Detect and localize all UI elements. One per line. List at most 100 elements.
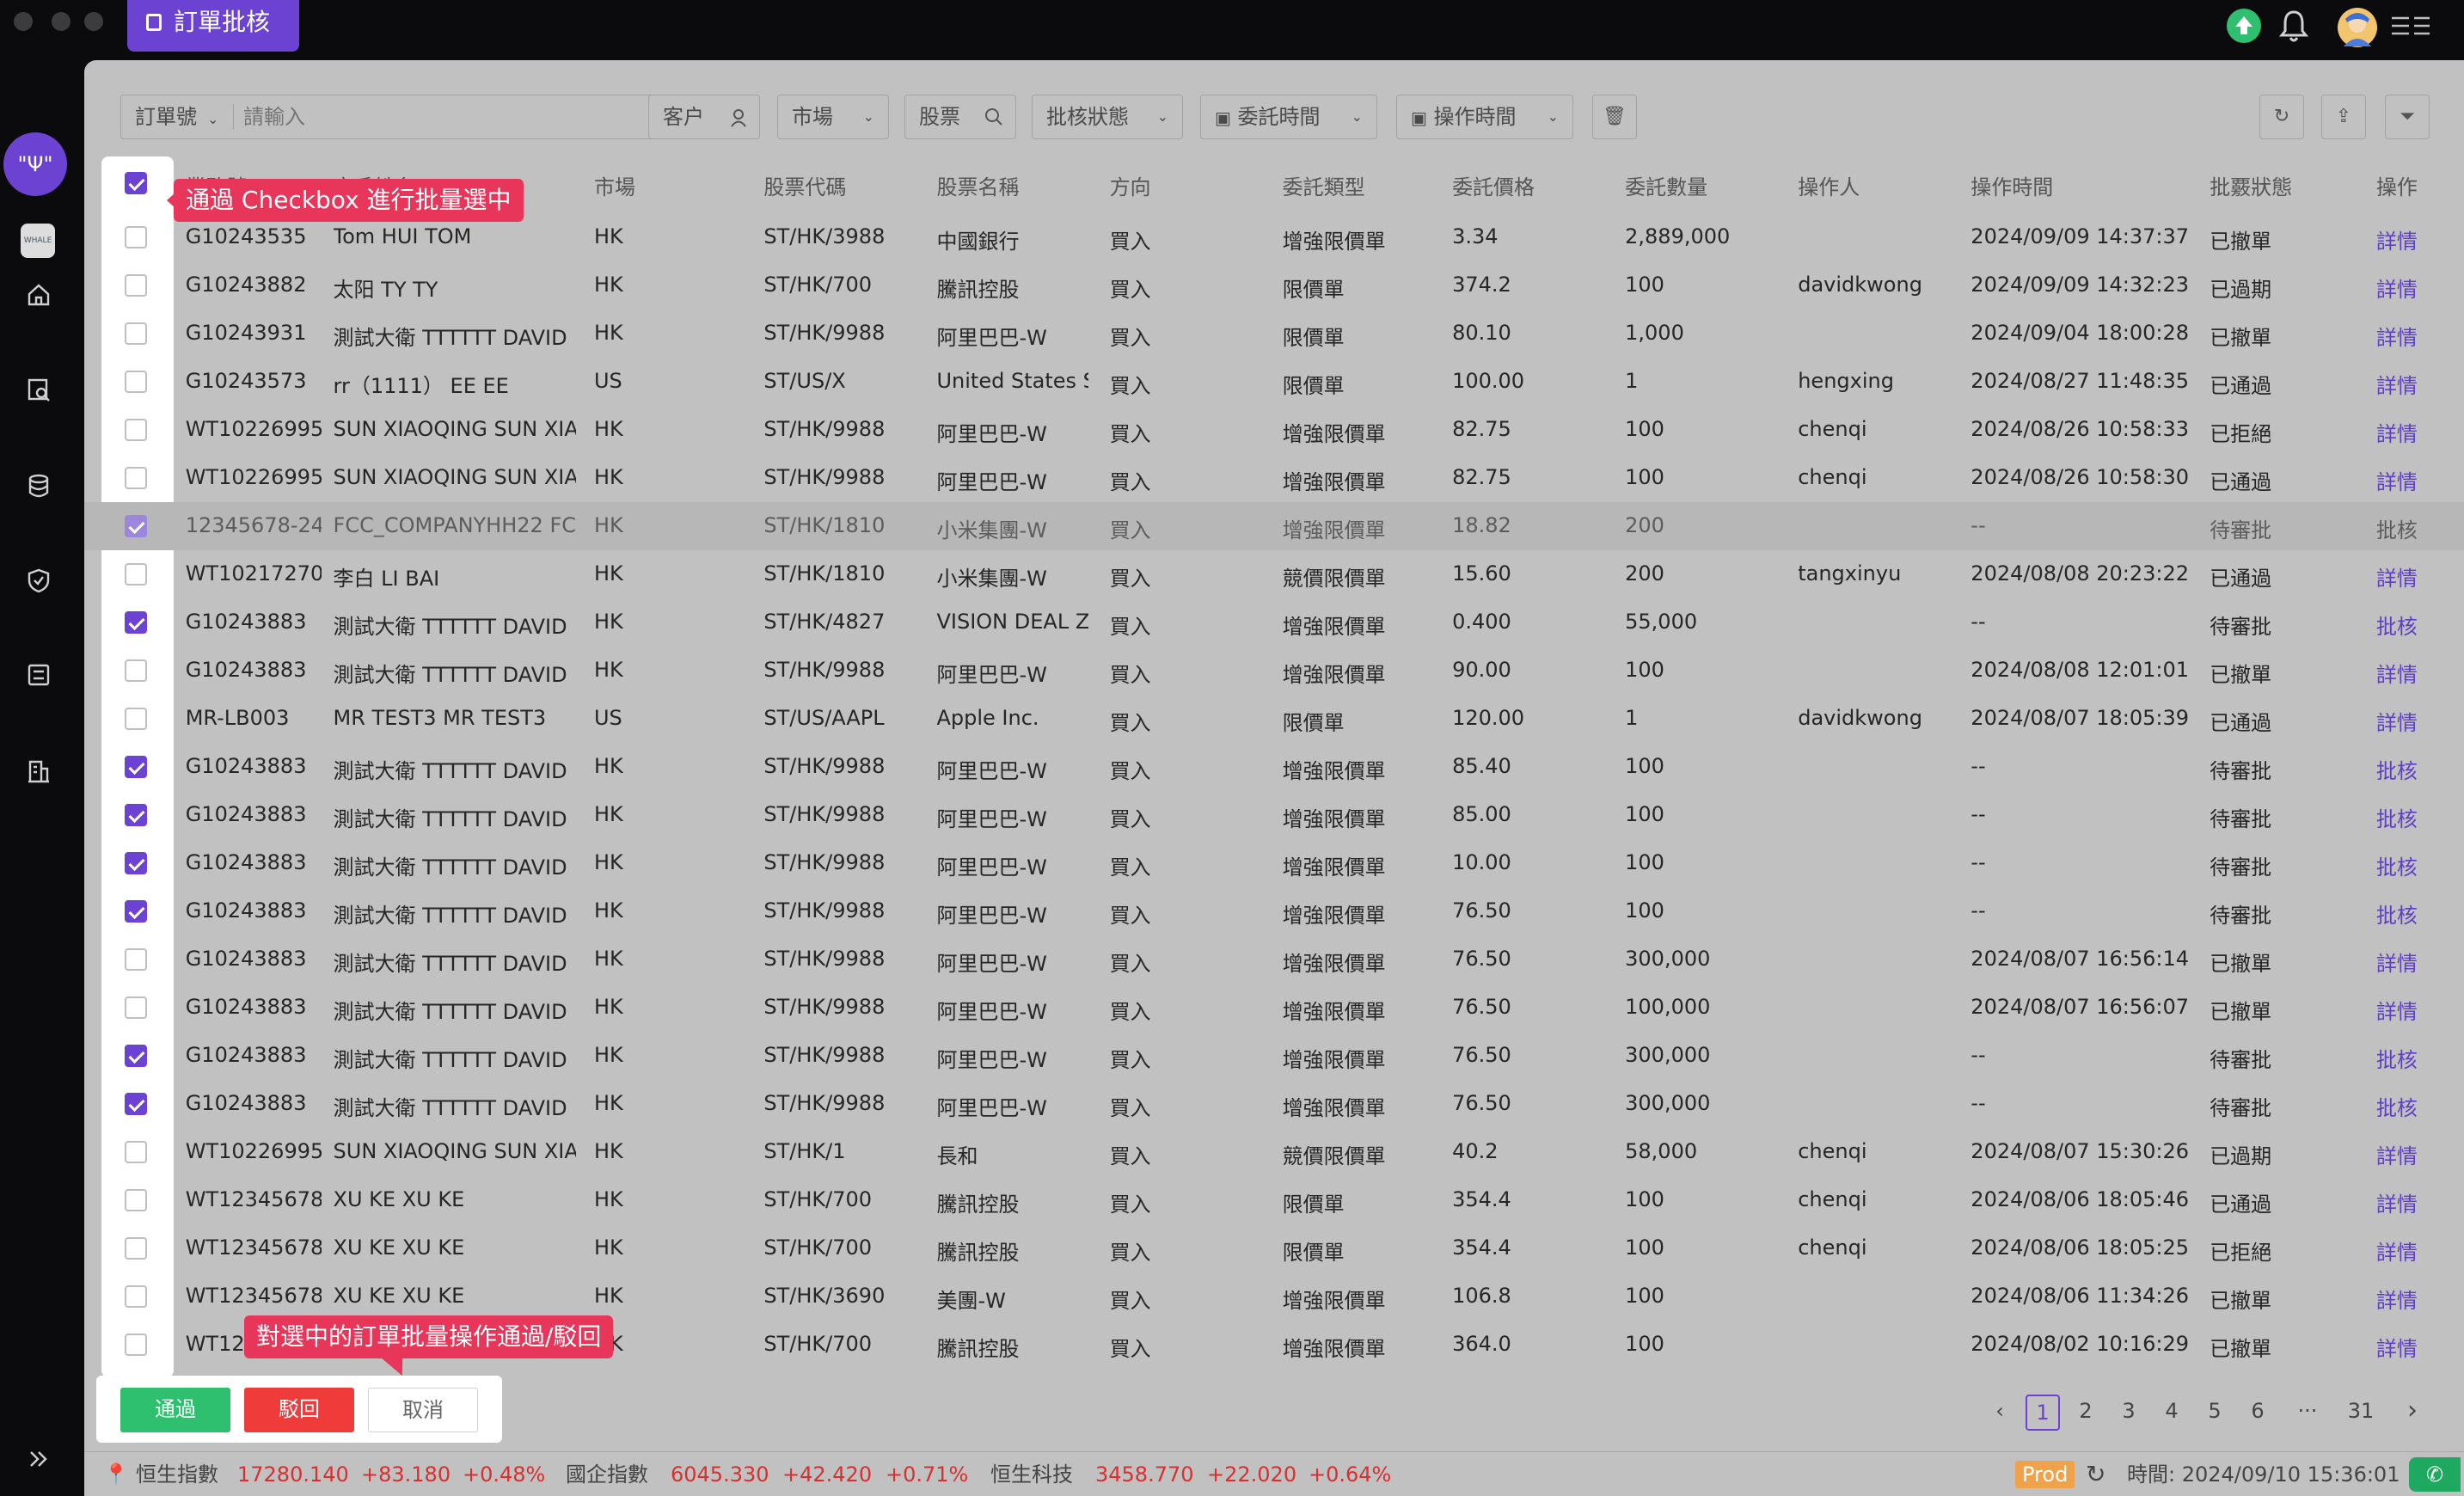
table-row[interactable]: G10243883 測試大衛 TTTTTT DAVID HK ST/HK/9988 阿里… bbox=[84, 839, 2464, 887]
export-button[interactable]: ⇪ bbox=[2321, 95, 2366, 139]
order-no-filter[interactable]: 訂單號 ⌄ bbox=[120, 95, 671, 139]
column-header[interactable]: 股票代碼 bbox=[763, 170, 846, 200]
row-checkbox[interactable] bbox=[125, 611, 147, 634]
row-checkbox[interactable] bbox=[125, 756, 147, 778]
client-filter[interactable]: 客户 bbox=[648, 95, 760, 139]
row-action-link[interactable]: 詳情 bbox=[2376, 1284, 2418, 1314]
next-page-icon[interactable]: › bbox=[2395, 1395, 2430, 1427]
avatar[interactable] bbox=[2337, 7, 2378, 48]
filter-button[interactable]: ⏷ bbox=[2385, 95, 2430, 139]
table-row[interactable]: WT10226995 SUN XIAOQING SUN XIAOQING HK ST/… bbox=[84, 454, 2464, 502]
page-button[interactable]: 1 bbox=[2026, 1395, 2060, 1431]
row-checkbox[interactable] bbox=[125, 1189, 147, 1211]
page-button[interactable]: 3 bbox=[2112, 1395, 2146, 1427]
table-row[interactable]: G10243883 測試大衛 TTTTTT DAVID HK ST/HK/9988 阿里… bbox=[84, 935, 2464, 984]
table-row[interactable]: G10243573 rr（1111） EE EE US ST/US/X United S… bbox=[84, 358, 2464, 406]
refresh-button[interactable]: ↻ bbox=[2259, 95, 2304, 139]
column-header[interactable]: 股票名稱 bbox=[936, 170, 1019, 200]
column-header[interactable]: 批覈狀態 bbox=[2210, 170, 2292, 200]
column-header[interactable]: 委託價格 bbox=[1452, 170, 1535, 200]
column-header[interactable]: 操作時間 bbox=[1971, 170, 2053, 200]
table-row[interactable]: WT12345678 XU KE XU KE HK ST/HK/700 騰訊控股 買入 限價… bbox=[84, 1224, 2464, 1272]
table-row[interactable]: 12345678-2438 FCC_COMPANYHH22 FCC HK ST/HK/… bbox=[84, 502, 2464, 550]
table-row[interactable]: WT10226995 SUN XIAOQING SUN XIAOQING HK ST/… bbox=[84, 406, 2464, 454]
row-checkbox[interactable] bbox=[125, 1334, 147, 1356]
row-action-link[interactable]: 詳情 bbox=[2376, 1187, 2418, 1217]
table-row[interactable]: G10243882 太阳 TY TY HK ST/HK/700 騰訊控股 買入 限價單 374… bbox=[84, 261, 2464, 310]
row-action-link[interactable]: 詳情 bbox=[2376, 947, 2418, 977]
row-checkbox[interactable] bbox=[125, 900, 147, 923]
row-action-link[interactable]: 批核 bbox=[2376, 1043, 2418, 1073]
row-action-link[interactable]: 詳情 bbox=[2376, 561, 2418, 592]
row-action-link[interactable]: 批核 bbox=[2376, 802, 2418, 832]
row-action-link[interactable]: 詳情 bbox=[2376, 273, 2418, 303]
row-checkbox[interactable] bbox=[125, 1285, 147, 1308]
row-action-link[interactable]: 批核 bbox=[2376, 1091, 2418, 1121]
stock-filter[interactable]: 股票 bbox=[904, 95, 1016, 139]
row-checkbox[interactable] bbox=[125, 996, 147, 1019]
prev-page-icon[interactable]: ‹ bbox=[1983, 1395, 2017, 1427]
row-checkbox[interactable] bbox=[125, 1237, 147, 1260]
home-icon[interactable] bbox=[26, 282, 52, 308]
row-checkbox[interactable] bbox=[125, 1093, 147, 1115]
column-header[interactable]: 委託類型 bbox=[1283, 170, 1365, 200]
window-close-button[interactable] bbox=[14, 12, 33, 31]
row-checkbox[interactable] bbox=[125, 274, 147, 297]
menu-icon[interactable] bbox=[2390, 15, 2431, 36]
app-tab[interactable]: 訂單批核 bbox=[127, 0, 299, 52]
column-header[interactable]: 委託數量 bbox=[1625, 170, 1707, 200]
page-button[interactable]: 6 bbox=[2240, 1395, 2275, 1427]
operation-time-filter[interactable]: ▣ 操作時間 ⌄ bbox=[1396, 95, 1573, 139]
table-row[interactable]: G10243883 測試大衛 TTTTTT DAVID HK ST/HK/4827 VI… bbox=[84, 598, 2464, 647]
cancel-button[interactable]: 取消 bbox=[368, 1388, 478, 1432]
table-row[interactable]: G10243883 測試大衛 TTTTTT DAVID HK ST/HK/9988 阿里… bbox=[84, 647, 2464, 695]
row-action-link[interactable]: 批核 bbox=[2376, 754, 2418, 784]
row-action-link[interactable]: 詳情 bbox=[2376, 369, 2418, 399]
row-action-link[interactable]: 詳情 bbox=[2376, 995, 2418, 1025]
table-row[interactable]: WT12345678 XU KE XU KE HK ST/HK/700 騰訊控股 買入 限價… bbox=[84, 1176, 2464, 1224]
page-button[interactable]: 5 bbox=[2197, 1395, 2232, 1427]
row-checkbox[interactable] bbox=[125, 371, 147, 393]
column-header[interactable]: 方向 bbox=[1110, 170, 1151, 200]
page-ellipsis[interactable]: ··· bbox=[2290, 1395, 2325, 1427]
page-button[interactable]: 2 bbox=[2069, 1395, 2103, 1427]
table-row[interactable]: G10243883 測試大衛 TTTTTT DAVID HK ST/HK/9988 阿里… bbox=[84, 743, 2464, 791]
row-checkbox[interactable] bbox=[125, 804, 147, 826]
market-filter[interactable]: 市場 ⌄ bbox=[777, 95, 889, 139]
page-button[interactable]: 31 bbox=[2344, 1395, 2378, 1427]
table-row[interactable]: G10243883 測試大衛 TTTTTT DAVID HK ST/HK/9988 阿里… bbox=[84, 887, 2464, 935]
window-maximize-button[interactable] bbox=[84, 12, 103, 31]
row-checkbox[interactable] bbox=[125, 563, 147, 586]
row-action-link[interactable]: 批核 bbox=[2376, 850, 2418, 880]
shield-icon[interactable] bbox=[26, 567, 52, 593]
row-checkbox[interactable] bbox=[125, 515, 147, 537]
row-action-link[interactable]: 詳情 bbox=[2376, 1139, 2418, 1169]
table-row[interactable]: G10243883 測試大衛 TTTTTT DAVID HK ST/HK/9988 阿里… bbox=[84, 1032, 2464, 1080]
table-row[interactable]: WT10217270 李白 LI BAI HK ST/HK/1810 小米集團-W 買入 競… bbox=[84, 550, 2464, 598]
row-checkbox[interactable] bbox=[125, 226, 147, 248]
whale-logo[interactable]: WHALE bbox=[21, 224, 55, 258]
row-checkbox[interactable] bbox=[125, 948, 147, 971]
table-row[interactable]: MR-LB003 MR TEST3 MR TEST3 US ST/US/AAPL App… bbox=[84, 695, 2464, 743]
row-action-link[interactable]: 詳情 bbox=[2376, 465, 2418, 495]
building-icon[interactable] bbox=[26, 758, 52, 784]
row-action-link[interactable]: 詳情 bbox=[2376, 417, 2418, 447]
order-time-filter[interactable]: ▣ 委託時間 ⌄ bbox=[1200, 95, 1377, 139]
clear-filter-button[interactable]: 🗑 bbox=[1592, 95, 1637, 139]
column-header[interactable]: 操作 bbox=[2376, 170, 2418, 200]
row-action-link[interactable]: 批核 bbox=[2376, 898, 2418, 929]
approval-icon[interactable] bbox=[26, 662, 52, 688]
table-row[interactable]: G10243883 測試大衛 TTTTTT DAVID HK ST/HK/9988 阿里… bbox=[84, 791, 2464, 839]
row-action-link[interactable]: 詳情 bbox=[2376, 658, 2418, 688]
order-no-input[interactable] bbox=[243, 101, 656, 133]
approve-button[interactable]: 通過 bbox=[120, 1388, 230, 1432]
row-checkbox[interactable] bbox=[125, 467, 147, 489]
reject-button[interactable]: 駁回 bbox=[244, 1388, 354, 1432]
table-row[interactable]: WT10226995 SUN XIAOQING SUN XIAOQING HK ST/… bbox=[84, 1128, 2464, 1176]
row-action-link[interactable]: 批核 bbox=[2376, 610, 2418, 640]
row-checkbox[interactable] bbox=[125, 1141, 147, 1163]
row-action-link[interactable]: 批核 bbox=[2376, 513, 2418, 543]
approval-status-filter[interactable]: 批核狀態 ⌄ bbox=[1032, 95, 1183, 139]
row-checkbox[interactable] bbox=[125, 322, 147, 345]
chat-icon[interactable]: ✆ bbox=[2409, 1457, 2461, 1492]
